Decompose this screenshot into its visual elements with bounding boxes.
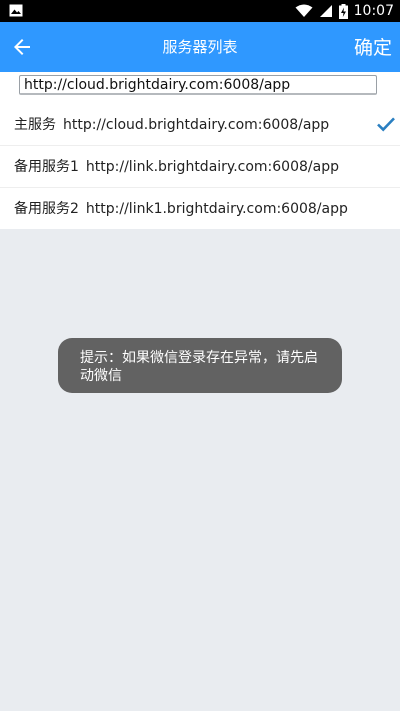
server-label: 主服务 bbox=[14, 117, 56, 133]
page-title: 服务器列表 bbox=[162, 38, 238, 56]
server-list-panel: 主服务 http://cloud.brightdairy.com:6008/app… bbox=[0, 72, 400, 229]
signal-icon bbox=[319, 5, 332, 17]
server-row-backup-2[interactable]: 备用服务2 http://link1.brightdairy.com:6008/a… bbox=[0, 188, 400, 230]
server-url: http://cloud.brightdairy.com:6008/app bbox=[63, 117, 330, 133]
server-url: http://link.brightdairy.com:6008/app bbox=[85, 159, 339, 175]
toast-message: 提示：如果微信登录存在异常，请先启动微信 bbox=[58, 338, 342, 393]
server-label: 备用服务1 bbox=[14, 159, 79, 175]
server-url-input[interactable] bbox=[19, 75, 377, 95]
confirm-button[interactable]: 确定 bbox=[354, 22, 392, 72]
server-label: 备用服务2 bbox=[14, 201, 79, 217]
gallery-notification-icon bbox=[9, 4, 23, 17]
status-bar: 10:07 bbox=[0, 0, 400, 22]
server-url: http://link1.brightdairy.com:6008/app bbox=[85, 201, 348, 217]
server-row-backup-1[interactable]: 备用服务1 http://link.brightdairy.com:6008/ap… bbox=[0, 146, 400, 188]
server-row-main[interactable]: 主服务 http://cloud.brightdairy.com:6008/app bbox=[0, 104, 400, 146]
app-bar: 服务器列表 确定 bbox=[0, 22, 400, 72]
status-time: 10:07 bbox=[353, 3, 394, 19]
battery-charging-icon bbox=[338, 3, 348, 19]
wifi-icon bbox=[295, 4, 313, 17]
checkmark-icon bbox=[377, 117, 395, 132]
